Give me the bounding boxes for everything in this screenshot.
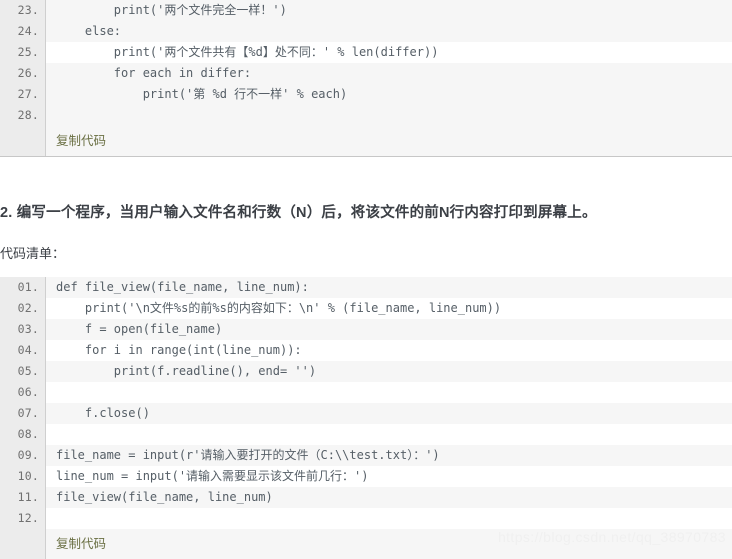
copy-code-button-1[interactable]: 复制代码 xyxy=(46,126,732,156)
code-line-text[interactable]: print('两个文件完全一样！') xyxy=(46,0,732,21)
code-line-text[interactable]: print(f.readline(), end= '') xyxy=(46,361,732,382)
code-line-row: 07. f.close() xyxy=(0,403,732,424)
code-line-row: 01. def file_view(file_name, line_num): xyxy=(0,277,732,298)
code-line-text[interactable] xyxy=(46,424,732,445)
code-line-row: 10. line_num = input('请输入需要显示该文件前几行：') xyxy=(0,466,732,487)
line-number: 06. xyxy=(0,382,46,403)
code-block-2-lines: 01. def file_view(file_name, line_num): 02… xyxy=(0,277,732,529)
code-line-text[interactable]: f = open(file_name) xyxy=(46,319,732,340)
line-number: 04. xyxy=(0,340,46,361)
code-line-row: 26. for each in differ: xyxy=(0,63,732,84)
code-line-row: 12. xyxy=(0,508,732,529)
code-line-text[interactable]: for i in range(int(line_num)): xyxy=(46,340,732,361)
line-number: 05. xyxy=(0,361,46,382)
line-number: 25. xyxy=(0,42,46,63)
gutter-spacer-1 xyxy=(0,126,46,156)
code-line-row: 03. f = open(file_name) xyxy=(0,319,732,340)
code-line-text[interactable]: print('两个文件共有【%d】处不同：' % len(differ)) xyxy=(46,42,732,63)
copy-code-button-2[interactable]: 复制代码 xyxy=(46,529,732,559)
line-number: 02. xyxy=(0,298,46,319)
code-line-row: 02. print('\n文件%s的前%s的内容如下：\n' % (file_n… xyxy=(0,298,732,319)
code-line-row: 05. print(f.readline(), end= '') xyxy=(0,361,732,382)
code-line-text[interactable]: print('\n文件%s的前%s的内容如下：\n' % (file_name,… xyxy=(46,298,732,319)
code-block-1: 23. print('两个文件完全一样！') 24. else: 25. print… xyxy=(0,0,732,157)
code-line-text[interactable]: else: xyxy=(46,21,732,42)
code-line-text[interactable]: file_name = input(r'请输入要打开的文件（C:\\test.t… xyxy=(46,445,732,466)
copy-code-row-2[interactable]: 复制代码 xyxy=(0,529,732,559)
code-line-row: 28. xyxy=(0,105,732,126)
code-line-text[interactable]: print('第 %d 行不一样' % each) xyxy=(46,84,732,105)
line-number: 01. xyxy=(0,277,46,298)
code-line-text[interactable]: file_view(file_name, line_num) xyxy=(46,487,732,508)
line-number: 24. xyxy=(0,21,46,42)
code-line-row: 23. print('两个文件完全一样！') xyxy=(0,0,732,21)
line-number: 27. xyxy=(0,84,46,105)
line-number: 26. xyxy=(0,63,46,84)
code-line-text[interactable]: f.close() xyxy=(46,403,732,424)
line-number: 03. xyxy=(0,319,46,340)
line-number: 09. xyxy=(0,445,46,466)
code-line-row: 11. file_view(file_name, line_num) xyxy=(0,487,732,508)
line-number: 07. xyxy=(0,403,46,424)
section-2-subheading: 代码清单： xyxy=(0,246,66,261)
code-line-text[interactable] xyxy=(46,105,732,126)
line-number: 08. xyxy=(0,424,46,445)
blog-article-page: 23. print('两个文件完全一样！') 24. else: 25. print… xyxy=(0,0,732,559)
line-number: 12. xyxy=(0,508,46,529)
section-2-heading: 2. 编写一个程序，当用户输入文件名和行数（N）后，将该文件的前N行内容打印到屏… xyxy=(0,205,597,221)
code-line-text[interactable]: def file_view(file_name, line_num): xyxy=(46,277,732,298)
line-number: 23. xyxy=(0,0,46,21)
code-line-text[interactable]: for each in differ: xyxy=(46,63,732,84)
code-line-text[interactable] xyxy=(46,508,732,529)
code-line-row: 27. print('第 %d 行不一样' % each) xyxy=(0,84,732,105)
code-line-row: 06. xyxy=(0,382,732,403)
copy-code-row-1[interactable]: 复制代码 xyxy=(0,126,732,156)
code-line-text[interactable]: line_num = input('请输入需要显示该文件前几行：') xyxy=(46,466,732,487)
code-line-row: 04. for i in range(int(line_num)): xyxy=(0,340,732,361)
gutter-spacer-2 xyxy=(0,529,46,559)
line-number: 28. xyxy=(0,105,46,126)
code-line-row: 09. file_name = input(r'请输入要打开的文件（C:\\tes… xyxy=(0,445,732,466)
code-block-2: 01. def file_view(file_name, line_num): 02… xyxy=(0,277,732,559)
line-number: 11. xyxy=(0,487,46,508)
code-line-row: 25. print('两个文件共有【%d】处不同：' % len(differ)… xyxy=(0,42,732,63)
code-block-1-lines: 23. print('两个文件完全一样！') 24. else: 25. print… xyxy=(0,0,732,126)
code-line-row: 08. xyxy=(0,424,732,445)
code-line-text[interactable] xyxy=(46,382,732,403)
line-number: 10. xyxy=(0,466,46,487)
code-line-row: 24. else: xyxy=(0,21,732,42)
